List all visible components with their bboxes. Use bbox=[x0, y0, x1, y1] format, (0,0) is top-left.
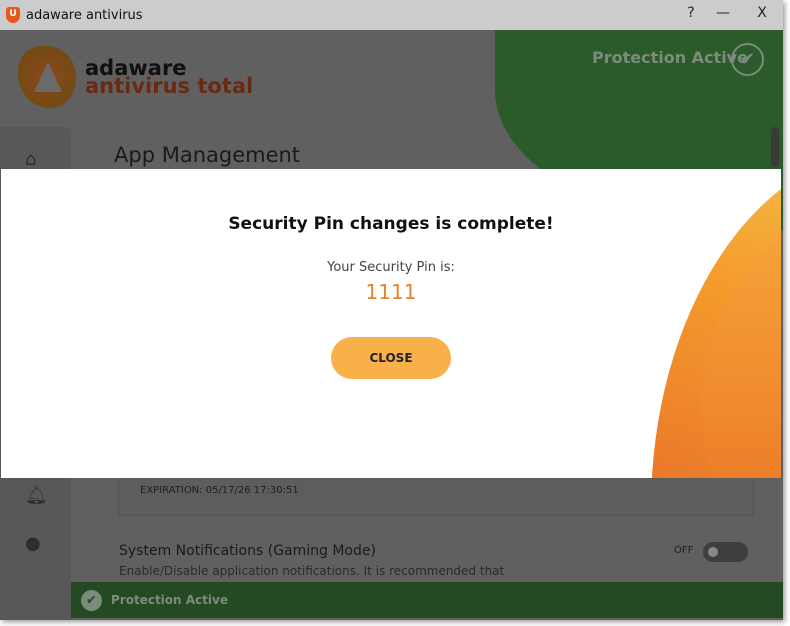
app-window: U adaware antivirus ? — X Protection Act… bbox=[0, 0, 783, 620]
security-pin-value: 1111 bbox=[365, 280, 417, 304]
status-bar-text: Protection Active bbox=[111, 593, 228, 607]
notifications-description: Enable/Disable application notifications… bbox=[119, 564, 505, 578]
chat-icon[interactable]: ● bbox=[25, 533, 41, 554]
check-circle-icon: ✔ bbox=[731, 43, 764, 76]
pin-complete-dialog: Security Pin changes is complete! Your S… bbox=[1, 169, 781, 478]
gaming-mode-toggle[interactable] bbox=[703, 542, 748, 562]
bell-icon[interactable]: 🔔︎ bbox=[25, 485, 48, 506]
dialog-title: Security Pin changes is complete! bbox=[228, 214, 554, 234]
title-bar: U adaware antivirus ? — X bbox=[0, 0, 783, 30]
home-icon[interactable]: ⌂ bbox=[25, 149, 36, 170]
page-title: App Management bbox=[114, 143, 301, 167]
help-button[interactable]: ? bbox=[681, 5, 701, 21]
app-shield-icon: U bbox=[6, 7, 20, 23]
dialog-subtitle: Your Security Pin is: bbox=[327, 260, 455, 275]
check-icon: ✔ bbox=[81, 589, 102, 611]
adaware-logo bbox=[18, 46, 76, 108]
protection-status-text: Protection Active bbox=[592, 48, 748, 67]
notifications-title: System Notifications (Gaming Mode) bbox=[119, 543, 376, 559]
expiration-text: EXPIRATION: 05/17/26 17:30:51 bbox=[140, 485, 299, 496]
brand-product: antivirus total bbox=[85, 74, 254, 98]
minimize-button[interactable]: — bbox=[713, 5, 733, 21]
scrollbar[interactable] bbox=[771, 127, 779, 167]
toggle-state-label: OFF bbox=[674, 545, 694, 556]
window-title: adaware antivirus bbox=[26, 7, 143, 23]
close-window-button[interactable]: X bbox=[752, 5, 772, 21]
status-bar: ✔ Protection Active bbox=[71, 582, 783, 618]
close-button[interactable]: CLOSE bbox=[331, 337, 451, 379]
